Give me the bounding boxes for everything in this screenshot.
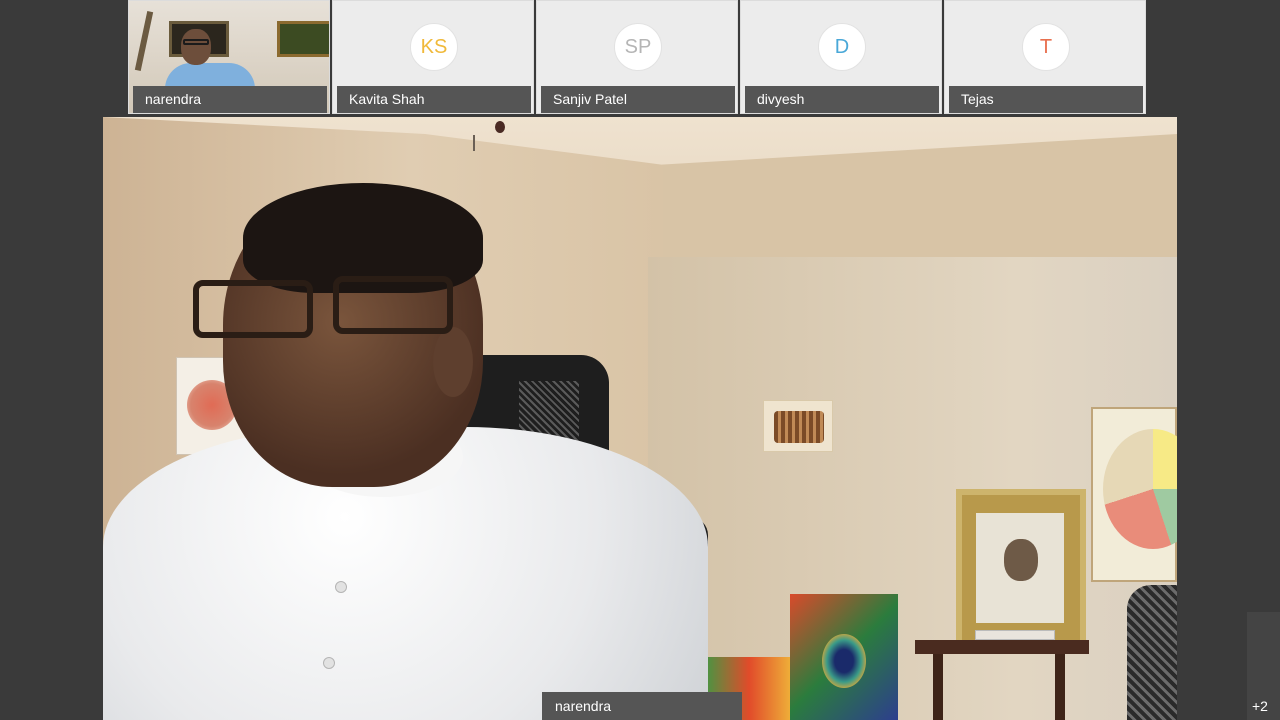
photo-face bbox=[1004, 539, 1038, 581]
feather-eye bbox=[822, 634, 866, 688]
participant-avatar: T bbox=[1022, 23, 1070, 71]
speaker-glasses bbox=[193, 276, 463, 344]
participant-tile-tejas[interactable]: T Tejas bbox=[944, 0, 1146, 114]
chart-graphic bbox=[1103, 429, 1177, 549]
participant-name: Sanjiv Patel bbox=[541, 86, 735, 113]
avatar-initials: D bbox=[834, 35, 850, 58]
participant-name: narendra bbox=[133, 86, 327, 113]
participant-tile-kavita-shah[interactable]: KS Kavita Shah bbox=[332, 0, 534, 114]
basket bbox=[1127, 585, 1177, 720]
participant-name: Tejas bbox=[949, 86, 1143, 113]
wall-art bbox=[763, 400, 833, 452]
table-top bbox=[915, 640, 1089, 654]
ceiling-fixture bbox=[495, 121, 505, 133]
participant-name: Kavita Shah bbox=[337, 86, 531, 113]
participant-tile-narendra[interactable]: narendra bbox=[128, 0, 330, 114]
table-book bbox=[975, 630, 1055, 640]
glasses-lens bbox=[193, 280, 313, 338]
participant-avatar: KS bbox=[410, 23, 458, 71]
participant-tile-sanjiv-patel[interactable]: SP Sanjiv Patel bbox=[536, 0, 738, 114]
avatar-initials: SP bbox=[624, 35, 652, 58]
table-leg bbox=[1055, 654, 1065, 720]
avatar-initials: KS bbox=[420, 35, 448, 58]
ceiling-cord bbox=[473, 135, 475, 151]
peacock-feather-painting bbox=[790, 594, 898, 720]
participant-avatar: D bbox=[818, 23, 866, 71]
shirt-button bbox=[323, 657, 335, 669]
glasses-lens bbox=[333, 276, 453, 334]
more-participants-count[interactable]: +2 bbox=[1252, 698, 1268, 714]
table-leg bbox=[933, 654, 943, 720]
side-table bbox=[915, 630, 1089, 720]
photo-image bbox=[976, 513, 1064, 623]
participant-avatar: SP bbox=[614, 23, 662, 71]
active-speaker-video[interactable]: narendra bbox=[103, 117, 1177, 720]
wall-frame bbox=[277, 21, 329, 57]
avatar-initials: T bbox=[1039, 35, 1053, 58]
art-graphic bbox=[774, 411, 824, 443]
framed-photo bbox=[956, 489, 1086, 649]
participant-tile-divyesh[interactable]: D divyesh bbox=[740, 0, 942, 114]
shirt-button bbox=[335, 581, 347, 593]
participant-name: divyesh bbox=[745, 86, 939, 113]
wall-chart bbox=[1091, 407, 1177, 582]
participant-glasses bbox=[183, 39, 209, 45]
participant-head bbox=[181, 29, 211, 65]
active-speaker-name: narendra bbox=[542, 692, 742, 720]
participant-strip: narendra KS Kavita Shah SP Sanjiv Patel … bbox=[128, 0, 1148, 114]
